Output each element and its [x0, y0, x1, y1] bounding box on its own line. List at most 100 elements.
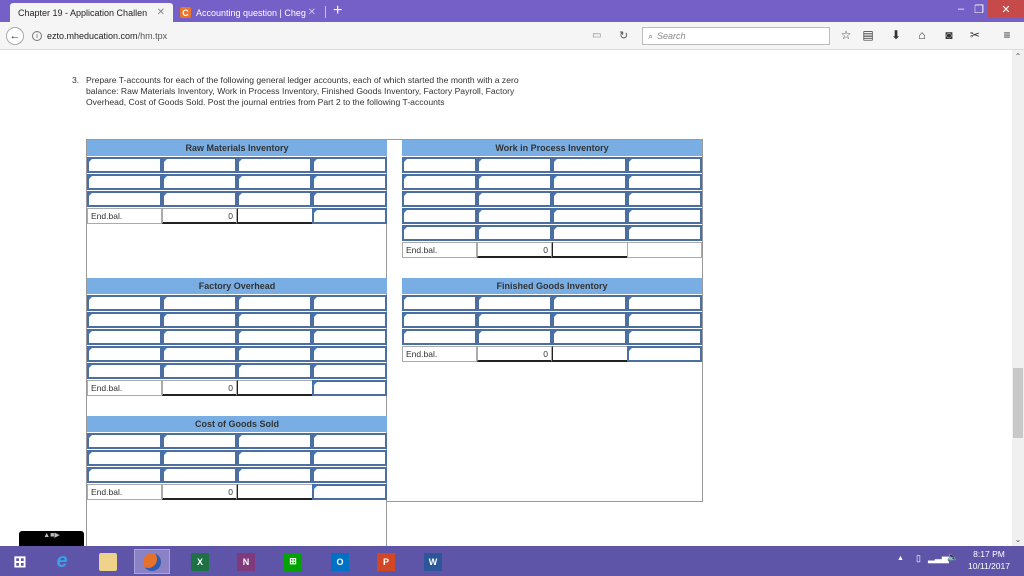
debit-amount-input[interactable]: [477, 191, 552, 207]
credit-account-input[interactable]: [237, 467, 312, 483]
taskbar-file-explorer[interactable]: [90, 549, 126, 574]
credit-account-input[interactable]: [237, 157, 312, 173]
debit-amount-input[interactable]: [477, 174, 552, 190]
credit-account-input[interactable]: [552, 295, 627, 311]
start-button[interactable]: ⊞: [2, 549, 38, 574]
credit-account-input[interactable]: [237, 346, 312, 362]
credit-amount-input[interactable]: [312, 450, 387, 466]
debit-account-input[interactable]: [402, 295, 477, 311]
debit-amount-input[interactable]: [162, 433, 237, 449]
debit-amount-input[interactable]: [162, 329, 237, 345]
debit-amount-input[interactable]: [162, 312, 237, 328]
credit-account-input[interactable]: [237, 191, 312, 207]
credit-amount-input[interactable]: [312, 191, 387, 207]
credit-amount-input[interactable]: [312, 329, 387, 345]
restore-button[interactable]: ❐: [968, 0, 990, 18]
debit-account-input[interactable]: [87, 450, 162, 466]
tab-chapter-19[interactable]: Chapter 19 - Application Challen ✕: [10, 3, 173, 22]
credit-amount-input[interactable]: [627, 312, 702, 328]
credit-amount-input[interactable]: [312, 433, 387, 449]
menu-icon[interactable]: ≡: [999, 28, 1015, 42]
debit-amount-input[interactable]: [477, 295, 552, 311]
debit-account-input[interactable]: [87, 329, 162, 345]
volume-icon[interactable]: 🔈: [947, 552, 958, 563]
debit-amount-input[interactable]: [162, 467, 237, 483]
credit-amount-input[interactable]: [627, 208, 702, 224]
home-icon[interactable]: ⌂: [914, 28, 930, 42]
credit-amount-input[interactable]: [312, 467, 387, 483]
credit-account-input[interactable]: [552, 312, 627, 328]
credit-account-input[interactable]: [237, 295, 312, 311]
debit-account-input[interactable]: [402, 312, 477, 328]
scrollbar-thumb[interactable]: [1013, 368, 1023, 438]
debit-amount-input[interactable]: [477, 208, 552, 224]
tab-accounting-question[interactable]: C Accounting question | Cheg ✕: [172, 3, 324, 22]
end-balance-credit-input[interactable]: [312, 380, 387, 396]
taskbar-outlook[interactable]: O: [322, 549, 358, 574]
credit-account-input[interactable]: [552, 329, 627, 345]
taskbar-word[interactable]: W: [415, 549, 451, 574]
credit-account-input[interactable]: [237, 450, 312, 466]
debit-account-input[interactable]: [87, 157, 162, 173]
credit-amount-input[interactable]: [312, 363, 387, 379]
debit-account-input[interactable]: [87, 312, 162, 328]
reader-view-icon[interactable]: ▭: [592, 30, 601, 41]
debit-account-input[interactable]: [402, 191, 477, 207]
debit-account-input[interactable]: [402, 174, 477, 190]
credit-amount-input[interactable]: [312, 174, 387, 190]
credit-amount-input[interactable]: [627, 225, 702, 241]
debit-amount-input[interactable]: [162, 450, 237, 466]
credit-account-input[interactable]: [237, 363, 312, 379]
debit-account-input[interactable]: [87, 467, 162, 483]
debit-amount-input[interactable]: [162, 191, 237, 207]
network-signal-icon[interactable]: ▂▃▅: [928, 553, 949, 564]
credit-amount-input[interactable]: [312, 157, 387, 173]
credit-account-input[interactable]: [552, 191, 627, 207]
debit-amount-input[interactable]: [162, 363, 237, 379]
new-tab-button[interactable]: +: [333, 2, 342, 20]
download-icon[interactable]: ⬇: [888, 28, 904, 42]
debit-account-input[interactable]: [87, 346, 162, 362]
end-balance-credit-input[interactable]: [627, 346, 702, 362]
credit-amount-input[interactable]: [627, 329, 702, 345]
credit-amount-input[interactable]: [627, 157, 702, 173]
credit-amount-input[interactable]: [627, 191, 702, 207]
back-button[interactable]: ←: [6, 27, 24, 45]
search-input[interactable]: ⌕ Search: [642, 27, 830, 45]
credit-account-input[interactable]: [237, 312, 312, 328]
vertical-scrollbar[interactable]: ⌃ ⌄: [1012, 50, 1024, 546]
credit-account-input[interactable]: [552, 174, 627, 190]
credit-account-input[interactable]: [237, 329, 312, 345]
credit-account-input[interactable]: [237, 433, 312, 449]
debit-account-input[interactable]: [87, 174, 162, 190]
close-tab-icon[interactable]: ✕: [157, 7, 165, 18]
bookmark-star-icon[interactable]: ☆: [838, 28, 854, 42]
taskbar-internet-explorer[interactable]: e: [44, 549, 80, 574]
taskbar-store[interactable]: ⊞: [275, 549, 311, 574]
system-clock[interactable]: 8:17 PM 10/11/2017: [960, 548, 1018, 572]
show-hidden-icons[interactable]: ▲: [897, 555, 904, 562]
taskbar-excel[interactable]: X: [182, 549, 218, 574]
credit-amount-input[interactable]: [312, 295, 387, 311]
credit-amount-input[interactable]: [627, 174, 702, 190]
battery-icon[interactable]: ▯: [916, 553, 921, 564]
close-tab-icon[interactable]: ✕: [308, 7, 316, 18]
credit-account-input[interactable]: [552, 157, 627, 173]
end-balance-credit-input[interactable]: [312, 484, 387, 500]
debit-amount-input[interactable]: [477, 312, 552, 328]
debit-account-input[interactable]: [87, 191, 162, 207]
taskbar-peek-tab[interactable]: ▲■▶: [19, 531, 84, 546]
debit-amount-input[interactable]: [162, 174, 237, 190]
extension-icon[interactable]: ✂: [967, 28, 983, 42]
taskbar-onenote[interactable]: N: [228, 549, 264, 574]
site-info-icon[interactable]: i: [32, 31, 42, 41]
credit-account-input[interactable]: [552, 208, 627, 224]
debit-account-input[interactable]: [402, 329, 477, 345]
debit-amount-input[interactable]: [162, 295, 237, 311]
credit-amount-input[interactable]: [312, 312, 387, 328]
debit-account-input[interactable]: [87, 295, 162, 311]
credit-amount-input[interactable]: [312, 346, 387, 362]
pocket-icon[interactable]: ◙: [941, 28, 957, 42]
debit-amount-input[interactable]: [162, 346, 237, 362]
taskbar-powerpoint[interactable]: P: [368, 549, 404, 574]
